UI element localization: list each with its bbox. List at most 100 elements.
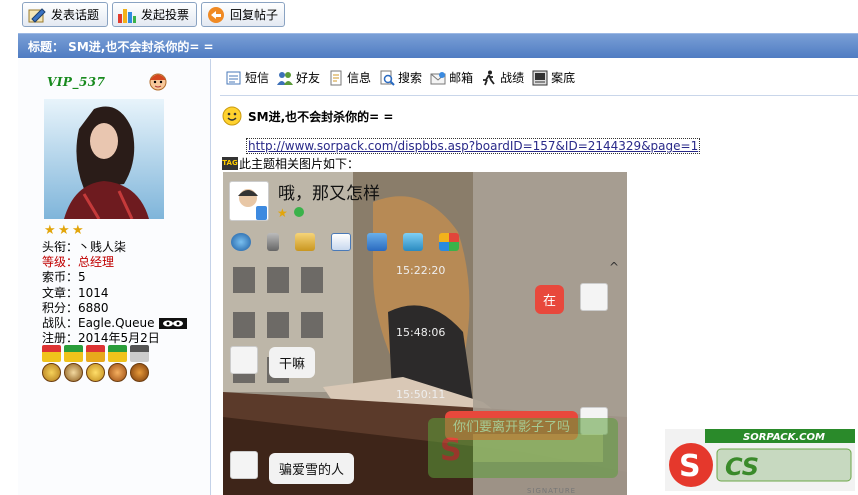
info-label: 信息 xyxy=(347,71,372,85)
friends-icon xyxy=(277,70,294,86)
user-info: 头衔：丶贱人柒 等级：总经理 索币：5 文章：1014 积分：6880 战队：E… xyxy=(42,240,188,346)
new-poll-button[interactable]: 发起投票 xyxy=(112,2,197,27)
screen-share-icon[interactable] xyxy=(367,233,387,251)
video-call-icon[interactable] xyxy=(231,233,251,251)
avatar[interactable] xyxy=(44,99,164,219)
user-team-label: 战队：Eagle.Queue xyxy=(42,316,155,331)
chat-timestamp: 15:48:06 xyxy=(396,326,446,339)
new-poll-label: 发起投票 xyxy=(141,8,190,22)
apps-grid-icon[interactable] xyxy=(439,233,459,251)
contact-mini-avatar xyxy=(230,451,258,479)
user-actions-bar: 短信 好友 信息 搜索 邮箱 战绩 案底 xyxy=(226,69,575,86)
actions-divider xyxy=(220,95,858,96)
search-label: 搜索 xyxy=(398,71,423,85)
svg-text:★: ★ xyxy=(277,206,288,219)
message-action[interactable]: 短信 xyxy=(226,69,269,86)
star-icon: ★ xyxy=(72,223,84,238)
image-caption-text: 此主题相关图片如下： xyxy=(239,157,360,171)
user-team: 战队：Eagle.Queue xyxy=(42,316,188,331)
svg-text:SORPACK.COM: SORPACK.COM xyxy=(743,432,825,443)
svg-text:S: S xyxy=(679,449,701,484)
mail-icon xyxy=(430,70,446,86)
chat-toolbar xyxy=(231,233,459,251)
record-action[interactable]: 战绩 xyxy=(481,69,524,86)
post-title: SM进,也不会封杀你的= = xyxy=(222,106,393,126)
self-avatar xyxy=(580,283,608,311)
medal-icon xyxy=(86,345,105,362)
svg-text:CS: CS xyxy=(725,453,759,481)
post-image[interactable]: 哦，那又怎样 ★ 15:22:20 ^ 在 15:48:06 干嘛 15:50:… xyxy=(223,172,627,495)
user-points: 积分：6880 xyxy=(42,300,109,315)
friend-label: 好友 xyxy=(296,71,321,85)
coin-badge-icon xyxy=(86,363,105,382)
chat-timestamp: 15:22:20 xyxy=(396,264,446,277)
bar-chart-icon xyxy=(117,6,137,24)
coin-badge-icon xyxy=(64,363,83,382)
reply-icon xyxy=(206,6,226,24)
voice-call-icon[interactable] xyxy=(267,233,279,251)
mail-label: 邮箱 xyxy=(449,71,474,85)
message-label: 短信 xyxy=(245,71,270,85)
chat-bubble-left: 骗爱雪的人 xyxy=(269,453,355,484)
folder-icon[interactable] xyxy=(295,233,315,251)
username[interactable]: VIP_537 xyxy=(47,75,106,89)
star-icon: ★ xyxy=(58,223,70,238)
image-tag-icon: TAG xyxy=(222,157,238,170)
reply-label: 回复帖子 xyxy=(230,8,279,22)
post-title-text: SM进,也不会封杀你的= = xyxy=(248,109,394,124)
inner-watermark-logo: S xyxy=(428,418,618,478)
search-action[interactable]: 搜索 xyxy=(379,69,422,86)
contact-status-icons: ★ xyxy=(277,206,304,219)
user-profile-panel: VIP_537 ★ ★ ★ 头衔：丶贱人柒 等级：总经理 索币：5 文章：101… xyxy=(18,59,211,495)
medal-icon xyxy=(42,345,61,362)
medal-icon xyxy=(64,345,83,362)
smiley-icon xyxy=(222,106,242,126)
post-url-link[interactable]: http://www.sorpack.com/dispbbs.asp?board… xyxy=(246,138,701,154)
message-icon xyxy=(226,70,242,86)
new-topic-label: 发表话题 xyxy=(51,8,100,22)
message-list-icon[interactable] xyxy=(331,233,351,251)
team-logo-icon xyxy=(159,318,188,330)
case-record-icon xyxy=(532,70,548,86)
user-coins: 索币：5 xyxy=(42,270,86,285)
topic-title-bar: 标题： SM进,也不会封杀你的= = xyxy=(18,33,858,58)
reply-button[interactable]: 回复帖子 xyxy=(201,2,285,27)
case-action[interactable]: 案底 xyxy=(532,69,575,86)
mail-action[interactable]: 邮箱 xyxy=(430,69,473,86)
runner-icon xyxy=(481,70,497,86)
collapse-icon[interactable]: ^ xyxy=(609,260,619,274)
user-rank-stars: ★ ★ ★ xyxy=(44,224,85,237)
coin-badge-icon xyxy=(130,363,149,382)
info-action[interactable]: 信息 xyxy=(328,69,371,86)
contact-avatar[interactable] xyxy=(229,181,269,221)
star-icon: ★ xyxy=(44,223,56,238)
top-toolbar: 发表话题 发起投票 回复帖子 xyxy=(0,0,858,31)
medal-icon xyxy=(108,345,127,362)
chat-timestamp: 15:50:11 xyxy=(396,388,446,401)
document-icon xyxy=(328,70,344,86)
sorpack-watermark-logo: SORPACK.COM S CS xyxy=(665,429,855,491)
user-title: 头衔：丶贱人柒 xyxy=(42,240,127,254)
image-caption: TAG 此主题相关图片如下： xyxy=(222,155,359,172)
contact-mini-avatar xyxy=(230,346,258,374)
user-posts: 文章：1014 xyxy=(42,285,109,300)
boy-face-icon xyxy=(148,71,168,91)
chat-bubble-left: 干嘛 xyxy=(269,347,316,378)
chat-bubble-right: 在 xyxy=(535,285,565,314)
coin-badge-icon xyxy=(42,363,61,382)
search-icon xyxy=(379,70,395,86)
svg-text:S: S xyxy=(440,433,462,468)
topic-title: 标题： SM进,也不会封杀你的= = xyxy=(28,39,214,54)
new-topic-button[interactable]: 发表话题 xyxy=(22,2,108,27)
user-level: 等级：总经理 xyxy=(42,255,115,270)
medal-icon xyxy=(130,345,149,362)
remote-desktop-icon[interactable] xyxy=(403,233,423,251)
coin-badge-icon xyxy=(108,363,127,382)
user-medals xyxy=(42,345,152,383)
signature-label: SIGNATURE xyxy=(527,487,577,495)
pencil-icon xyxy=(27,6,47,24)
case-label: 案底 xyxy=(551,71,576,85)
friend-action[interactable]: 好友 xyxy=(277,69,320,86)
contact-name: 哦，那又怎样 xyxy=(278,184,380,204)
record-label: 战绩 xyxy=(500,71,525,85)
